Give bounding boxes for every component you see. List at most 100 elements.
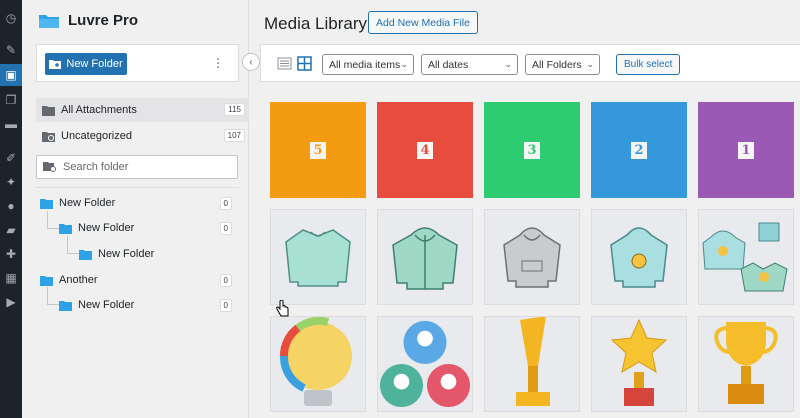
page-title: Media Library [264, 14, 367, 33]
settings-icon[interactable]: ▦ [3, 270, 19, 286]
users-icon[interactable]: ● [3, 198, 19, 214]
all-attachments-item[interactable]: All Attachments 115 [36, 98, 249, 122]
lightbulb-icon [279, 317, 352, 406]
comments-icon[interactable]: ▬ [3, 116, 19, 132]
tree-folder-item[interactable]: New Folder 0 [40, 193, 238, 213]
brand-logo: Luvre Pro [38, 12, 138, 29]
tree-folder-label: New Folder [59, 197, 116, 209]
folder-actions-box: New Folder ⋮ [36, 44, 239, 82]
folder-logo-icon [39, 14, 59, 28]
media-tile[interactable]: 4 [377, 102, 473, 198]
chevron-down-icon: ⌄ [586, 59, 594, 69]
chevron-down-icon: ⌄ [400, 59, 408, 69]
date-select[interactable]: All dates ⌄ [421, 54, 518, 75]
tree-folder-item[interactable]: New Folder 0 [59, 295, 238, 315]
media-tile[interactable] [698, 209, 794, 305]
media-tile[interactable] [270, 316, 366, 412]
folder-icon [79, 249, 92, 260]
tree-folder-count: 0 [219, 298, 232, 312]
uncategorized-item[interactable]: Uncategorized 107 [36, 124, 249, 148]
tree-folder-label: New Folder [78, 222, 135, 234]
tree-folder-count: 0 [219, 196, 232, 210]
tree-folder-label: New Folder [78, 299, 135, 311]
uncategorized-count: 107 [223, 129, 245, 142]
media-library-main: Media Library Add New Media File All med… [250, 0, 800, 418]
tree-connector [47, 211, 48, 229]
new-folder-label: New Folder [66, 58, 123, 70]
folder-select[interactable]: All Folders ⌄ [525, 54, 600, 75]
tree-folder-item[interactable]: New Folder 0 [59, 218, 238, 238]
folder-open-icon [40, 275, 53, 286]
smiley-hoodie-icon [610, 227, 668, 288]
add-folder-icon [49, 60, 62, 69]
folder-open-icon [40, 198, 53, 209]
number-badge: 5 [310, 141, 326, 159]
media-tile[interactable] [377, 316, 473, 412]
media-type-select[interactable]: All media items ⌄ [322, 54, 414, 75]
sweater-icon [285, 229, 351, 287]
number-badge: 3 [524, 141, 540, 159]
hand-cursor-icon [276, 300, 289, 317]
number-badge: 2 [631, 141, 647, 159]
media-tile[interactable] [591, 316, 687, 412]
tree-folder-count: 0 [219, 221, 232, 235]
tree-connector [67, 253, 79, 254]
all-attachments-label: All Attachments [61, 104, 137, 116]
media-tile[interactable] [698, 316, 794, 412]
gold-cup-icon [714, 322, 778, 404]
trophy-cup-icon [516, 317, 550, 406]
tree-folder-item[interactable]: Another 0 [40, 270, 238, 290]
search-folder-input[interactable]: Search folder [36, 155, 238, 179]
media-tile[interactable] [270, 209, 366, 305]
media-toolbar: All media items ⌄ All dates ⌄ All Folder… [260, 44, 800, 82]
media-type-value: All media items [329, 58, 401, 71]
team-network-icon [379, 320, 471, 408]
gray-hoodie-icon [503, 227, 561, 288]
list-view-icon[interactable] [277, 56, 292, 71]
bulk-select-button[interactable]: Bulk select [616, 54, 681, 75]
uncategorized-label: Uncategorized [61, 130, 132, 142]
search-placeholder: Search folder [63, 161, 129, 173]
tools-icon[interactable]: ✚ [3, 246, 19, 262]
star-trophy-icon [610, 318, 668, 406]
brand-name: Luvre Pro [68, 12, 139, 29]
date-value: All dates [428, 58, 469, 71]
new-folder-button[interactable]: New Folder [45, 53, 127, 75]
play-icon[interactable]: ▶ [3, 294, 19, 310]
tree-folder-label: Another [59, 274, 98, 286]
media-tile[interactable] [591, 209, 687, 305]
media-tile[interactable] [484, 316, 580, 412]
media-tile[interactable]: 1 [698, 102, 794, 198]
pages-icon[interactable]: ❐ [3, 92, 19, 108]
media-tile[interactable]: 5 [270, 102, 366, 198]
number-badge: 4 [417, 141, 433, 159]
folder-icon [42, 105, 55, 116]
media-tile[interactable] [484, 209, 580, 305]
media-icon[interactable]: ▣ [0, 64, 22, 86]
number-badge: 1 [738, 141, 754, 159]
folder-menu-icon[interactable]: ▰ [3, 222, 19, 238]
chevron-down-icon: ⌄ [504, 59, 512, 69]
tree-connector [47, 304, 59, 305]
plugins-icon[interactable]: ✦ [3, 174, 19, 190]
zip-hoodie-icon [392, 227, 458, 290]
dashboard-icon[interactable]: ◷ [3, 10, 19, 26]
merch-set-icon [702, 222, 788, 292]
folder-open-icon [59, 223, 72, 234]
tree-folder-count: 0 [219, 273, 232, 287]
add-new-media-button[interactable]: Add New Media File [368, 11, 478, 34]
uncategorized-folder-icon [42, 131, 55, 142]
media-tile[interactable]: 3 [484, 102, 580, 198]
media-tile[interactable] [377, 209, 473, 305]
media-tile[interactable]: 2 [591, 102, 687, 198]
search-folder-icon [43, 162, 56, 172]
folder-value: All Folders [532, 58, 582, 71]
pin-icon[interactable]: ✎ [3, 42, 19, 58]
tree-folder-label: New Folder [98, 248, 155, 260]
grid-view-icon[interactable] [297, 56, 312, 71]
more-options-icon[interactable]: ⋮ [212, 56, 224, 70]
appearance-icon[interactable]: ✐ [3, 150, 19, 166]
admin-menu-rail: ◷ ✎ ▣ ❐ ▬ ✐ ✦ ● ▰ ✚ ▦ ▶ [0, 0, 22, 418]
all-attachments-count: 115 [224, 103, 245, 116]
tree-folder-item[interactable]: New Folder [79, 244, 238, 264]
